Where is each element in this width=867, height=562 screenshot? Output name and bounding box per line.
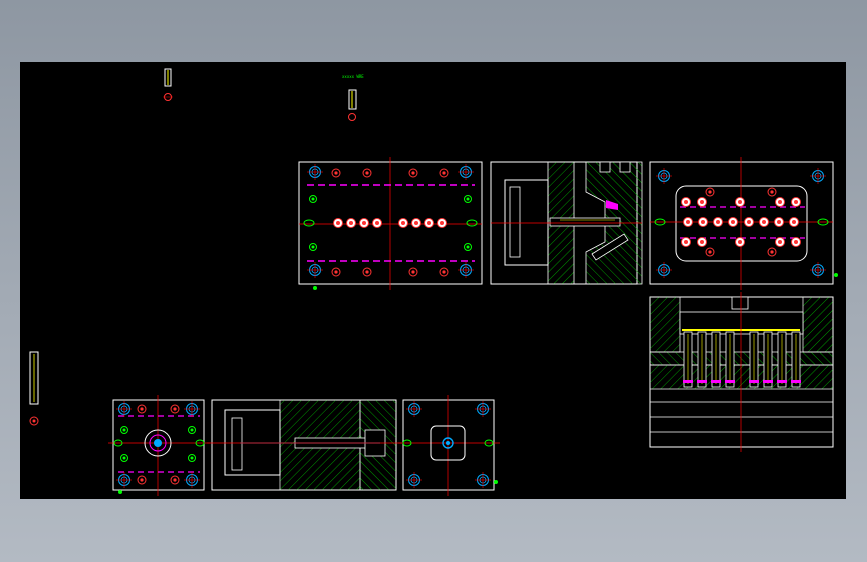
detail-part-3[interactable] <box>29 351 39 426</box>
plan-view-moving-half[interactable] <box>649 157 838 290</box>
detail-part-2[interactable] <box>348 89 357 121</box>
plan-view-small-mold[interactable] <box>108 395 210 496</box>
cad-viewport[interactable]: xxxxx WRE <box>20 62 846 499</box>
plan-view-small-mold-cavity[interactable] <box>398 395 500 496</box>
mold-assembly-drawing[interactable] <box>20 62 846 499</box>
section-view-ejector[interactable] <box>649 292 834 452</box>
section-view-small-mold[interactable] <box>207 399 402 491</box>
section-view-vertical[interactable] <box>490 161 643 285</box>
detail-part-1[interactable] <box>163 68 173 101</box>
plan-view-fixed-half[interactable] <box>298 157 483 290</box>
